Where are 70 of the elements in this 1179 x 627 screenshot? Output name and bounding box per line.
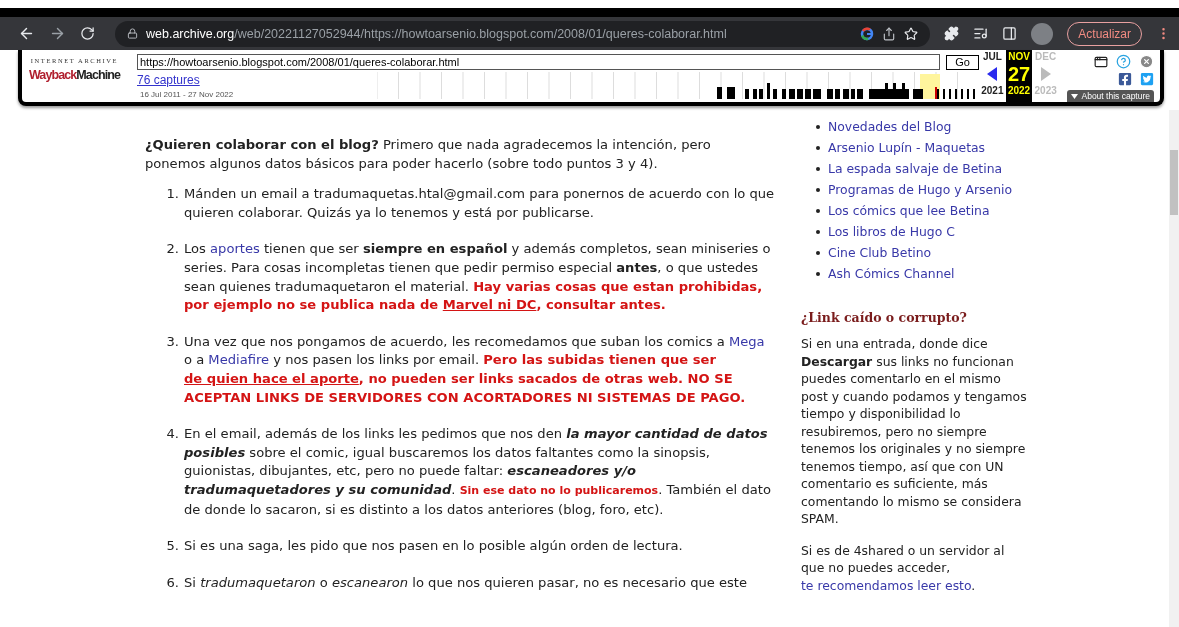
scrollbar-thumb[interactable]	[1170, 150, 1178, 215]
left-arrow-icon[interactable]	[987, 67, 998, 81]
sidebar-link[interactable]: La espada salvaje de Betina	[828, 161, 1003, 176]
caret-icon	[1071, 93, 1079, 99]
back-icon[interactable]	[18, 25, 35, 42]
star-icon[interactable]	[904, 26, 919, 41]
bullet-icon	[816, 271, 820, 276]
sidebar-link[interactable]: Ash Cómics Channel	[828, 266, 955, 281]
list-number: 6.	[165, 573, 180, 592]
inline-link[interactable]: Mega	[728, 333, 765, 349]
list-number: 2.	[165, 240, 180, 259]
list-item-text: Una vez que nos pongamos de acuerdo, les recomedamos que suban los comics a Mega o a Mediafire y nos pasen los links por email. Pero las subidas tienen que ser de quien hace el aporte, no pueden ser links sacados de otras web. NO SE ACEPTAN LINKS DE SERVIDORES CON ACORTADORES NI SISTEMAS DE PAGO.	[184, 332, 766, 407]
bullet-icon	[816, 208, 820, 213]
inline-link[interactable]: aportes	[210, 241, 260, 257]
list-number: 1.	[165, 185, 180, 204]
list-item-text: En el email, además de los links les pedimos que nos den la mayor cantidad de datos posibles sobre el comic, igual buscaremos los datos faltantes como la sinopsis, guionistas, dibujantes, etc, pero no puede faltar: escaneadores y/o tradumaquetadores y su comunidad. Sin ese dato no lo publicaremos. También el dato de donde lo sacaron, si es distinto a los datos anteriores (blog, foro, etc).	[184, 425, 772, 519]
music-list-icon[interactable]	[973, 26, 989, 41]
puzzle-icon[interactable]	[944, 26, 960, 41]
sidebar-link[interactable]: Novedades del Blog	[828, 119, 952, 134]
bullet-icon	[816, 166, 820, 171]
update-button[interactable]: Actualizar	[1067, 21, 1142, 46]
sidebar-link[interactable]: Los cómics que lee Betina	[828, 203, 990, 218]
date-range: 16 Jul 2011 - 27 Nov 2022	[140, 90, 235, 99]
go-button[interactable]: Go	[946, 54, 979, 70]
sidebar-link[interactable]: Los libros de Hugo C	[828, 224, 955, 239]
bullet-icon	[816, 229, 820, 234]
url-path: /web/20221127052944/https://howtoarsenio.blogspot.com/2008/01/queres-colaborar.html	[234, 26, 727, 41]
sidebar-link[interactable]: Programas de Hugo y Arsenio	[828, 182, 1013, 197]
list-item-text: Si tradumaquetaron o escanearon lo que nos quieren pasar, no es necesario que este	[184, 573, 749, 592]
bullet-icon	[816, 124, 820, 129]
sidebar-link[interactable]: Arsenio Lupín - Maquetas	[828, 140, 986, 155]
list-number: 3.	[165, 332, 180, 351]
list-item-text: Si es una saga, les pido que nos pasen en lo posible algún orden de lectura.	[184, 537, 684, 556]
inline-link[interactable]: Marvel ni DC	[442, 297, 537, 313]
share-icon[interactable]	[882, 26, 897, 41]
scrollbar[interactable]	[1169, 110, 1179, 627]
wayback-logo[interactable]: WaybackMachine	[28, 68, 121, 82]
reload-icon[interactable]	[80, 26, 95, 41]
captures-link[interactable]: 76 captures	[137, 73, 377, 87]
capture-histogram[interactable]	[377, 72, 977, 99]
twitter-icon[interactable]	[1140, 72, 1154, 86]
facebook-icon[interactable]	[1118, 72, 1132, 86]
bullet-icon	[816, 187, 820, 192]
bullet-icon	[816, 250, 820, 255]
side-panel-icon[interactable]	[1002, 26, 1018, 41]
window-icon[interactable]	[1094, 54, 1108, 69]
list-number: 5.	[165, 537, 180, 556]
url-host: web.archive.org	[146, 26, 235, 41]
url-input[interactable]: https://howtoarsenio.blogspot.com/2008/01/queres-colaborar.html	[137, 54, 941, 70]
calendar-month[interactable]: JUL 2021	[979, 50, 1006, 102]
help-icon[interactable]	[1116, 54, 1131, 69]
list-item-text: Mánden un email a tradumaquetas.htal@gmail.com para ponernos de acuerdo con lo que quieren colaborar. Quizás ya lo tenemos y está por publicarse.	[184, 185, 775, 222]
inline-link[interactable]: de quien hace el aporte	[184, 370, 359, 386]
about-capture-button[interactable]: About this capture	[1067, 90, 1154, 102]
avatar[interactable]	[1031, 22, 1054, 45]
sidebar-paragraph: Si es de 4shared o un servidor al que no puedes acceder, te recomendamos leer esto.	[801, 541, 1006, 594]
inline-link[interactable]: Mediafire	[208, 352, 270, 368]
address-bar[interactable]: web.archive.org/web/20221127052944/https://howtoarsenio.blogspot.com/2008/01/queres-colaborar.html	[115, 20, 931, 47]
intro-paragraph: ¿Quieren colaborar con el blog? Primero que nada agradecemos la intención, pero ponemos algunos datos básicos para poder hacerlo (sobre todo puntos 3 y 4).	[145, 136, 712, 173]
sidebar-link[interactable]: Cine Club Betino	[828, 245, 932, 260]
forward-icon[interactable]	[49, 25, 66, 42]
lock-icon	[127, 28, 138, 39]
calendar-month[interactable]: NOV 27 2022	[1005, 50, 1033, 102]
bullet-icon	[816, 145, 820, 150]
close-icon[interactable]	[1139, 54, 1154, 69]
sidebar-heading: ¿Link caído o corrupto?	[801, 310, 968, 325]
google-icon[interactable]	[860, 26, 875, 41]
list-item-text: Los aportes tienen que ser siempre en español y además completos, sean miniseries o series. Para cosas incompletas tienen que pedir permiso especial antes, o que ustedes sean quienes tradumaquetaron el material. Hay varias cosas que estan prohibidas, por ejemplo no se publica nada de Marvel ni DC, consultar antes.	[184, 240, 772, 315]
list-number: 4.	[165, 425, 180, 444]
sidebar-paragraph: Si en una entrada, donde dice Descargar sus links no funcionan puedes comentarlo en el mismo post y cuando podamos y tengamos tiempo y disponibilidad lo resubiremos, pero no siempre tenemos los originales y no siempre tenemos tiempo, así que con UN comentario es suficiente, más comentando lo mismo se considera SPAM.	[801, 335, 1027, 528]
